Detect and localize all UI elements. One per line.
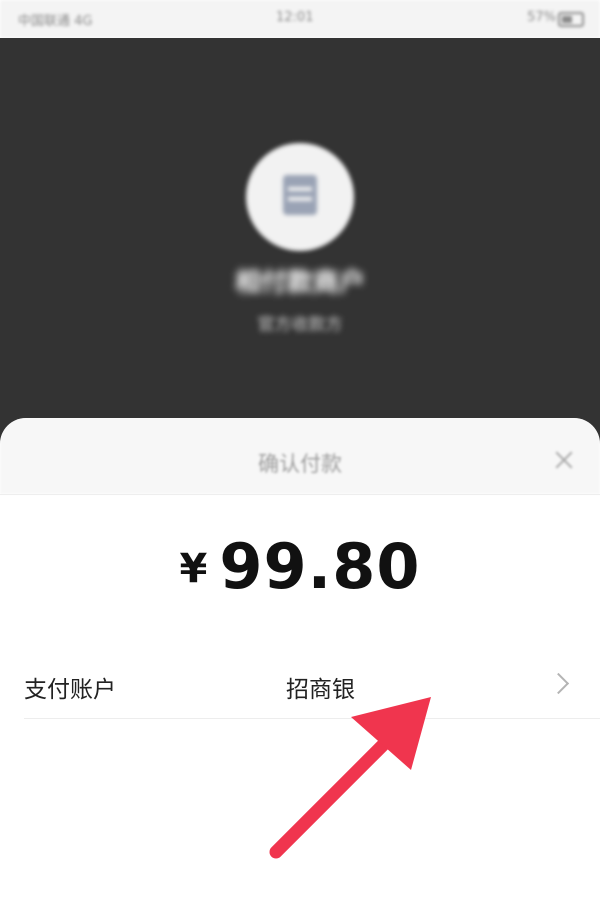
merchant-name: 相付款商户 <box>234 268 365 298</box>
payment-screen: 中国联通 4G 12:01 57% 相付款商户 官方收款方 确认付款 ¥99.8… <box>0 0 600 923</box>
clock: 12:01 <box>276 10 314 25</box>
payment-sheet: 确认付款 ¥99.80 支付账户 招商银 <box>0 418 600 923</box>
battery-icon <box>558 12 584 27</box>
currency-symbol: ¥ <box>179 546 208 592</box>
amount-value: 99.80 <box>219 530 421 603</box>
account-value: 招商银 <box>286 677 355 703</box>
close-icon[interactable] <box>554 450 574 470</box>
merchant-subtitle: 官方收款方 <box>257 315 343 335</box>
status-bar: 中国联通 4G 12:01 57% <box>0 0 600 38</box>
account-redaction <box>364 660 554 710</box>
account-label: 支付账户 <box>24 677 116 703</box>
payment-amount: ¥99.80 <box>0 530 600 603</box>
sheet-header: 确认付款 <box>0 418 600 494</box>
merchant-logo-icon <box>246 143 354 251</box>
divider <box>0 494 600 495</box>
sheet-title: 确认付款 <box>258 452 342 476</box>
divider <box>24 718 600 719</box>
carrier-label: 中国联通 4G <box>18 14 93 29</box>
bill-icon <box>283 175 317 215</box>
payment-account-row[interactable]: 支付账户 招商银 <box>24 654 576 718</box>
battery-percent: 57% <box>527 10 556 25</box>
